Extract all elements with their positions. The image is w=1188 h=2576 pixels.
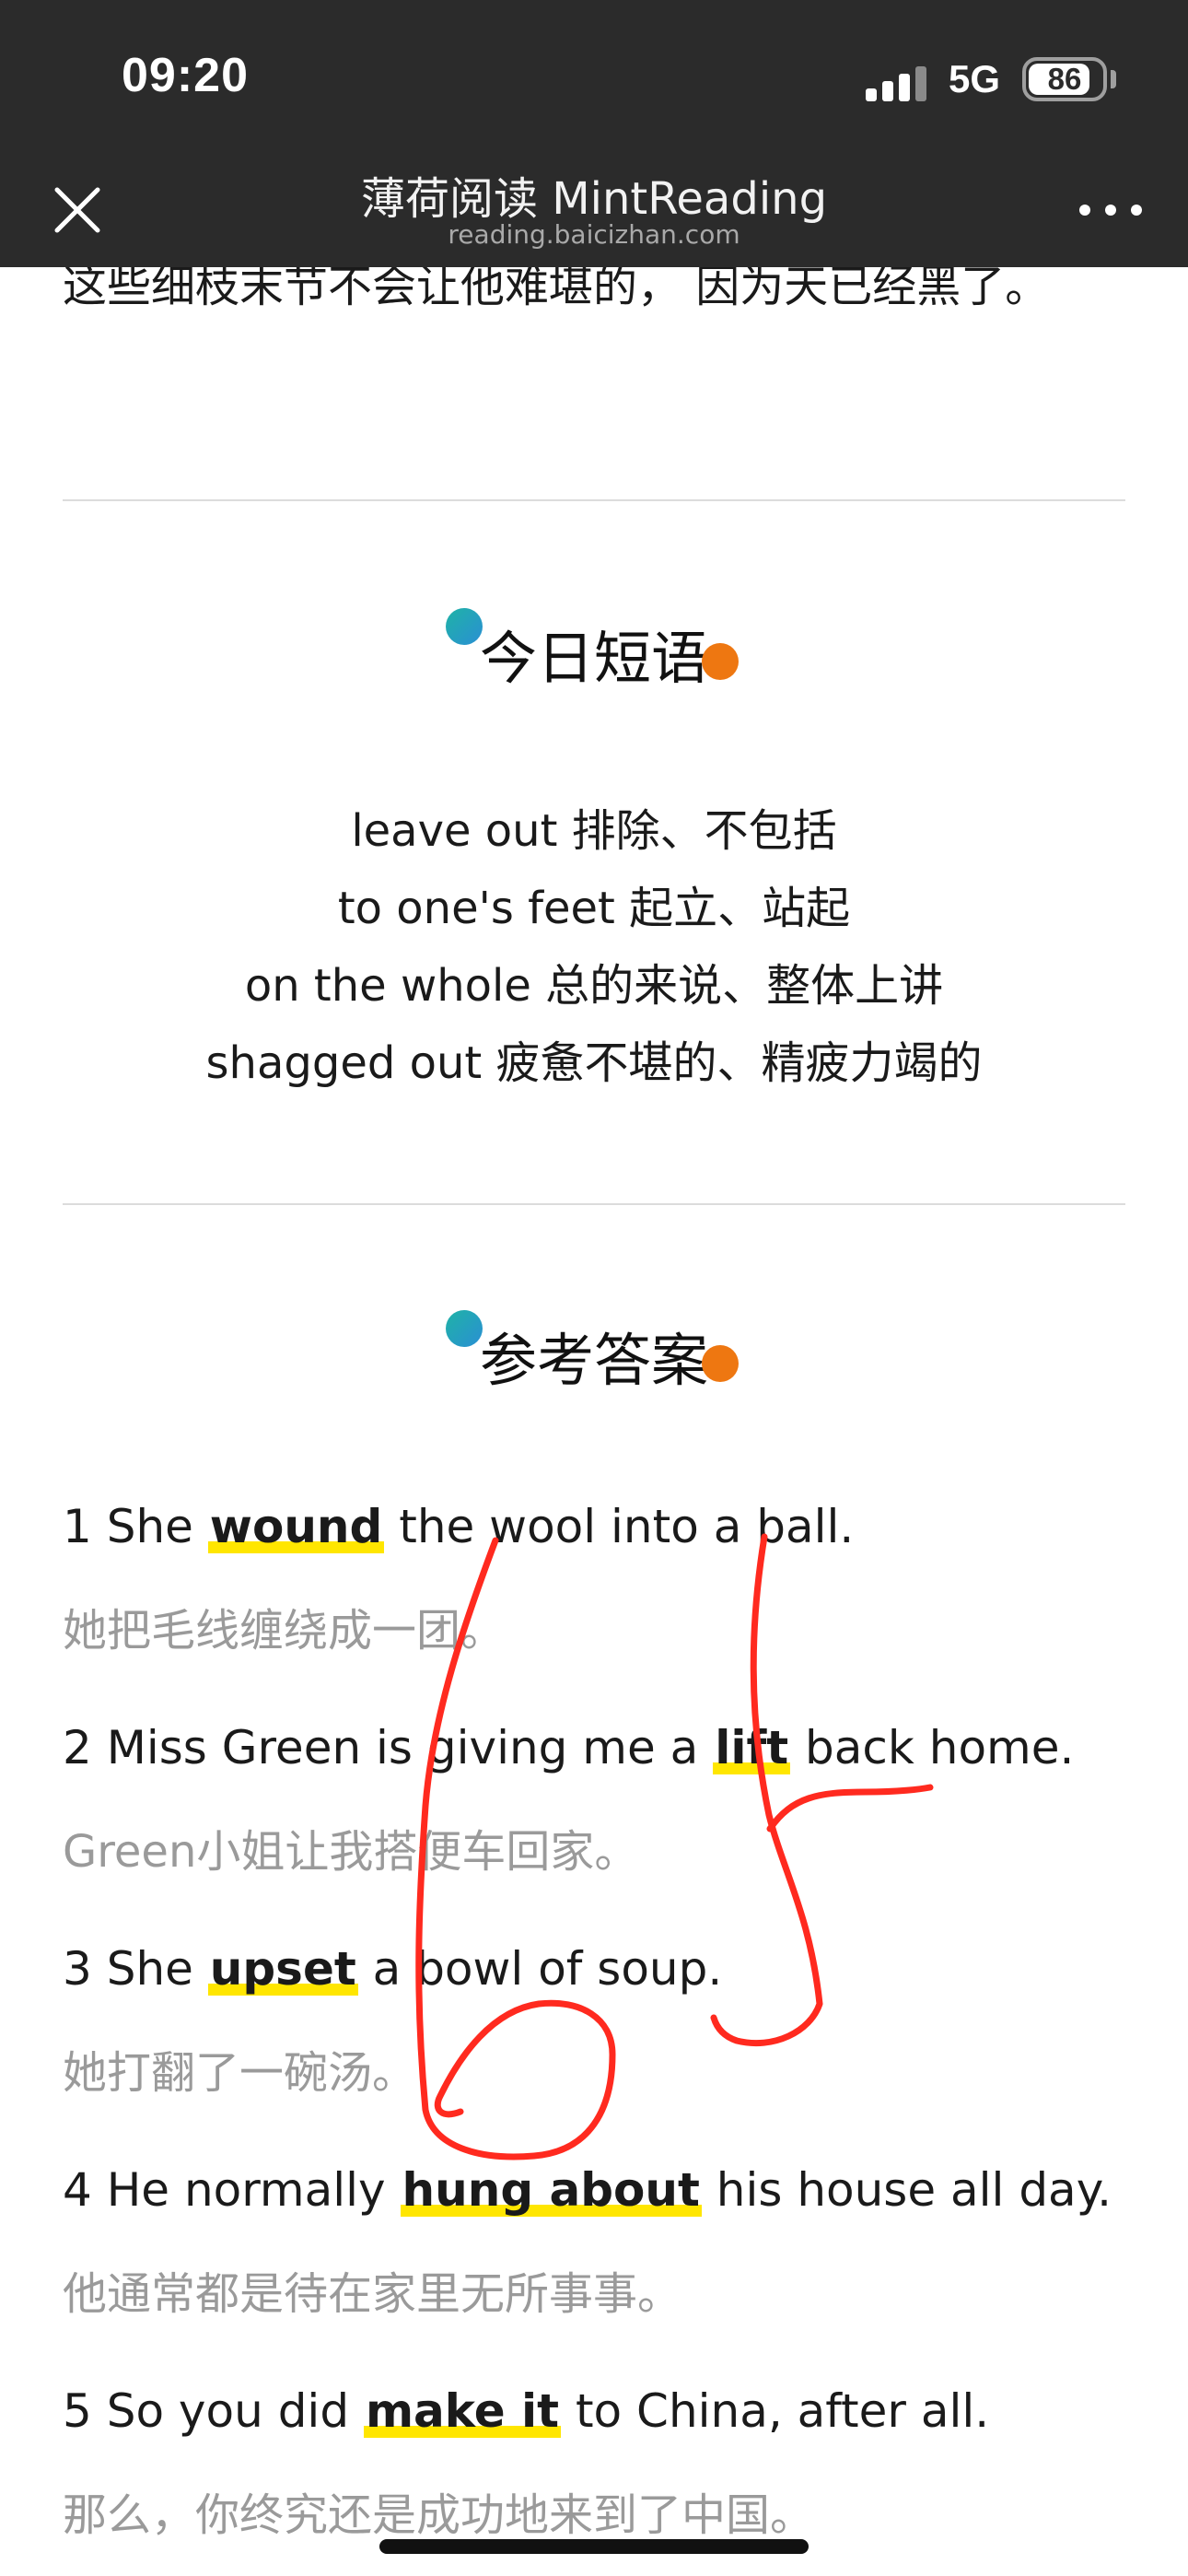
answer-text: a bowl of soup.: [357, 1942, 723, 1996]
network-type: 5G: [949, 57, 1001, 100]
answer-text: 4 He normally: [63, 2163, 401, 2217]
page-title: 薄荷阅读 MintReading: [360, 173, 828, 225]
answer-translation-3: 她打翻了一碗汤。: [63, 2047, 417, 2099]
answer-sentence-5: 5 So you did make it to China, after all…: [63, 2384, 1149, 2438]
phrase-item: on the whole 总的来说、整体上讲: [244, 960, 944, 1012]
answer-text: back home.: [790, 1721, 1075, 1774]
top-bar: 09:20 5G 86 薄荷阅读 MintReading reading.bai…: [0, 0, 1188, 267]
title-dot-orange: [702, 1345, 739, 1382]
answer-text: 2 Miss Green is giving me a: [63, 1721, 714, 1774]
phrase-item: to one's feet 起立、站起: [337, 883, 851, 934]
highlighted-word: wound: [207, 1500, 385, 1553]
answer-text: 1 She: [63, 1500, 208, 1553]
battery-icon: 86: [1022, 57, 1107, 101]
phrase-item: shagged out 疲惫不堪的、精疲力竭的: [205, 1037, 983, 1089]
highlighted-word: hung about: [400, 2163, 702, 2217]
answer-text: 3 She: [63, 1942, 208, 1996]
answers-section-title: 参考答案: [479, 1327, 708, 1394]
answer-sentence-2: 2 Miss Green is giving me a lift back ho…: [63, 1721, 1149, 1774]
more-dots-icon: [1079, 205, 1090, 216]
highlighted-word: upset: [207, 1942, 358, 1996]
answer-translation-2: Green小姐让我搭便车回家。: [63, 1826, 639, 1878]
more-options-button[interactable]: [1079, 201, 1144, 219]
answer-translation-5: 那么，你终究还是成功地来到了中国。: [63, 2489, 815, 2541]
answer-sentence-4: 4 He normally hung about his house all d…: [63, 2163, 1149, 2217]
divider: [63, 499, 1125, 501]
battery-percent: 86: [1047, 62, 1082, 96]
divider: [63, 1203, 1125, 1205]
answer-sentence-3: 3 She upset a bowl of soup.: [63, 1942, 1149, 1996]
phrases-section-title: 今日短语: [479, 625, 708, 692]
answer-text: the wool into a ball.: [384, 1500, 855, 1553]
answer-translation-1: 她把毛线缠绕成一团。: [63, 1605, 506, 1657]
highlighted-word: lift: [713, 1721, 791, 1774]
home-indicator[interactable]: [379, 2539, 809, 2554]
answer-text: his house all day.: [701, 2163, 1112, 2217]
page-url: reading.baicizhan.com: [448, 219, 740, 250]
answer-sentence-1: 1 She wound the wool into a ball.: [63, 1500, 1149, 1553]
answer-text: to China, after all.: [561, 2384, 990, 2438]
reading-page: 09:20 5G 86 薄荷阅读 MintReading reading.bai…: [0, 0, 1188, 2576]
phrase-list: leave out 排除、不包括 to one's feet 起立、站起 on …: [0, 792, 1188, 1102]
battery-tip: [1111, 70, 1116, 88]
answer-text: 5 So you did: [63, 2384, 364, 2438]
cellular-signal-icon: [866, 59, 930, 101]
answer-translation-4: 他通常都是待在家里无所事事。: [63, 2268, 682, 2320]
highlighted-word: make it: [363, 2384, 562, 2438]
phrase-item: leave out 排除、不包括: [351, 805, 837, 857]
status-time: 09:20: [122, 49, 249, 102]
title-dot-orange: [702, 643, 739, 680]
